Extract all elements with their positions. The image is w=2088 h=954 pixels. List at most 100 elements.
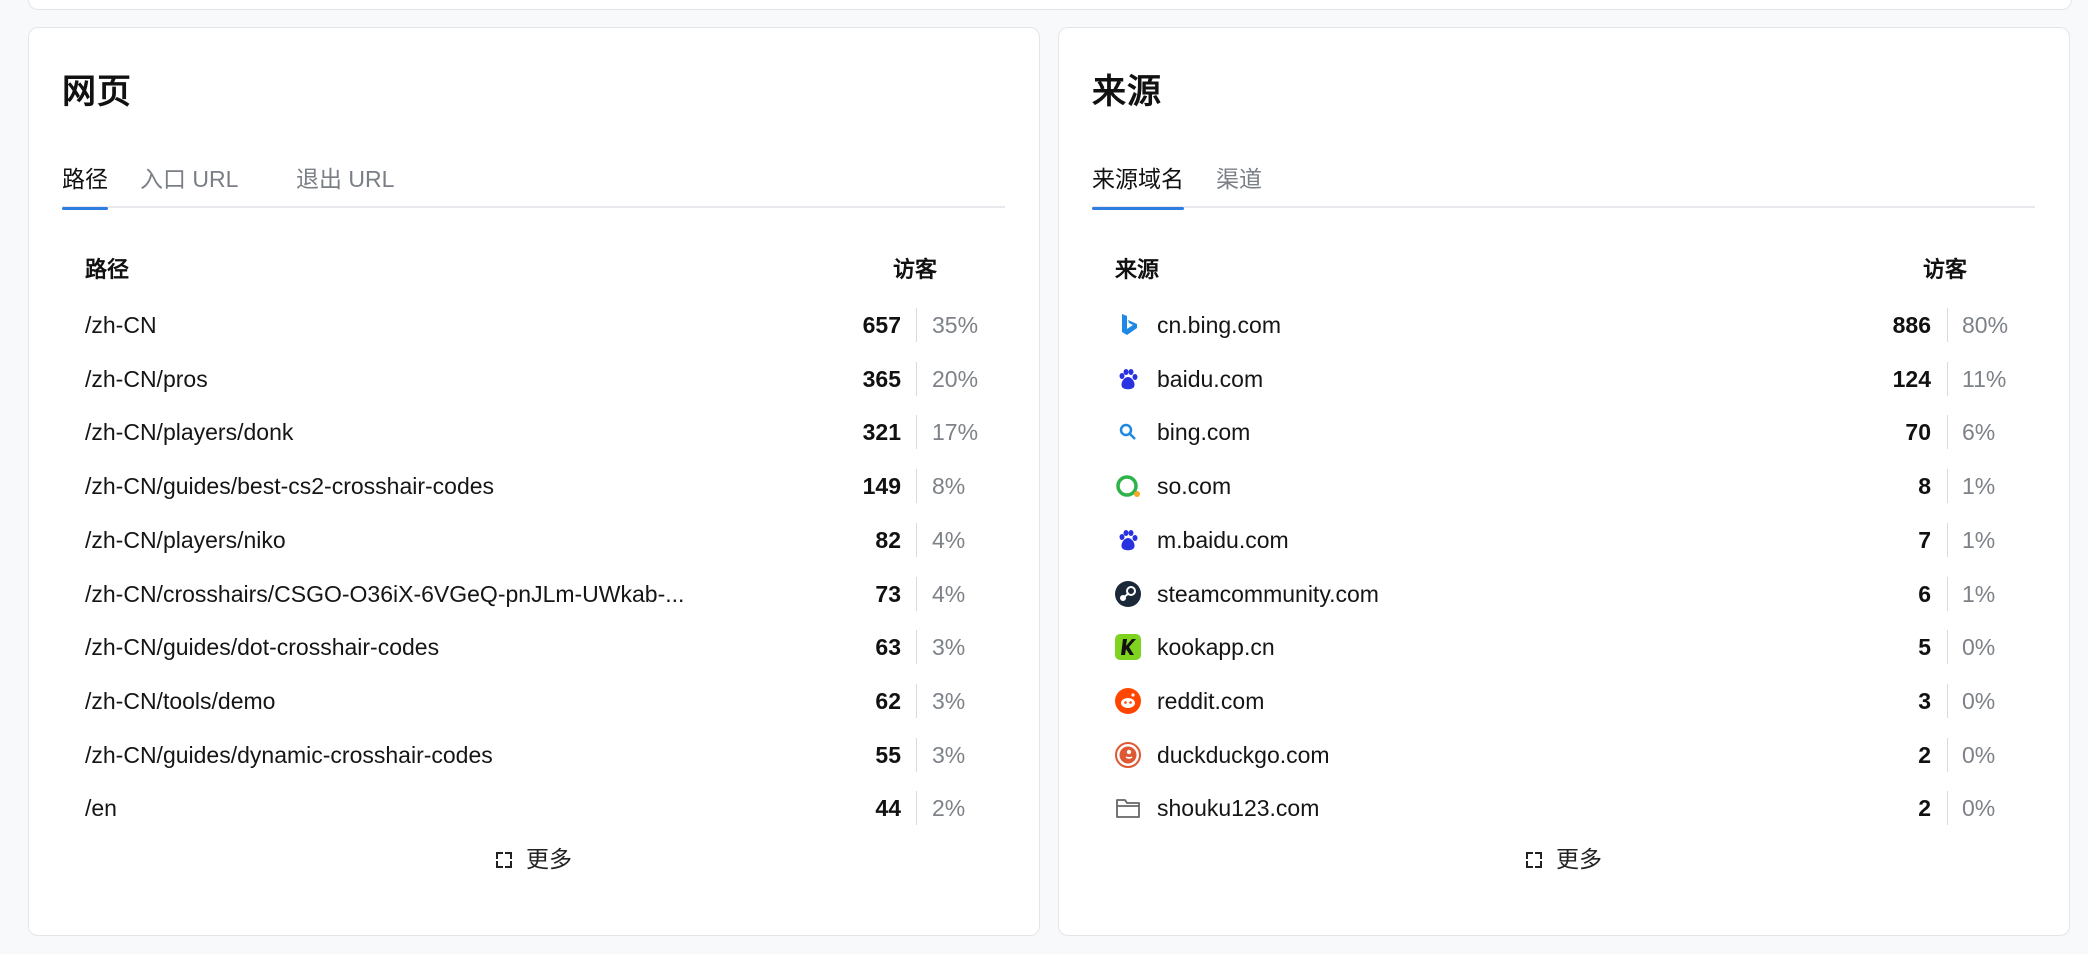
visitor-count: 55 [875, 741, 901, 768]
source-domain[interactable]: duckduckgo.com [1157, 742, 1330, 769]
visitor-percent: 8% [932, 473, 966, 500]
page-path[interactable]: /zh-CN/players/donk [85, 419, 293, 446]
pages-tabs: 路径 入口 URL 退出 URL [62, 144, 1005, 210]
visitor-percent: 6% [1962, 419, 1996, 446]
divider [1947, 683, 1948, 718]
visitor-percent: 0% [1962, 741, 1996, 768]
page-row[interactable]: /zh-CN/crosshairs/CSGO-O36iX-6VGeQ-pnJLm… [29, 567, 1039, 621]
page-row[interactable]: /zh-CN/guides/dot-crosshair-codes 63 3% [29, 620, 1039, 674]
steam-icon [1115, 580, 1141, 607]
visitor-percent: 11% [1962, 365, 2007, 392]
source-row[interactable]: baidu.com 124 11% [1059, 352, 2069, 406]
divider [1947, 522, 1948, 557]
page-row[interactable]: /zh-CN/tools/demo 62 3% [29, 674, 1039, 728]
page-row[interactable]: /zh-CN/guides/dynamic-crosshair-codes 55 3… [29, 728, 1039, 782]
tab-channel[interactable]: 渠道 [1216, 160, 1262, 208]
source-domain[interactable]: baidu.com [1157, 366, 1263, 393]
visitor-count: 657 [862, 312, 901, 338]
visitor-count: 73 [875, 580, 901, 607]
expand-icon [1526, 852, 1542, 868]
baidu-icon [1115, 527, 1141, 553]
source-domain[interactable]: steamcommunity.com [1157, 581, 1379, 608]
visitor-percent: 1% [1962, 580, 1996, 607]
search-icon [1115, 419, 1141, 445]
page-path[interactable]: /en [85, 795, 117, 822]
source-row[interactable]: cn.bing.com 886 80% [1059, 298, 2069, 352]
page-path[interactable]: /zh-CN/players/niko [85, 527, 286, 554]
page-path[interactable]: /zh-CN/pros [85, 366, 208, 393]
source-row[interactable]: bing.com 70 6% [1059, 405, 2069, 459]
page-row[interactable]: /zh-CN/players/niko 82 4% [29, 513, 1039, 567]
source-row[interactable]: steamcommunity.com 6 1% [1059, 567, 2069, 621]
visitor-count: 7 [1918, 526, 1931, 553]
visitor-percent: 1% [1962, 473, 1996, 500]
so-icon [1115, 473, 1141, 499]
page-row[interactable]: /en 44 2% [29, 781, 1039, 835]
sources-more-button[interactable]: 更多 [1059, 840, 2069, 874]
visitor-count: 62 [875, 687, 901, 714]
source-domain[interactable]: cn.bing.com [1157, 312, 1281, 339]
divider [916, 415, 917, 450]
source-domain[interactable]: m.baidu.com [1157, 527, 1289, 554]
tab-exit-url[interactable]: 退出 URL [296, 160, 394, 208]
divider [916, 576, 917, 611]
visitor-count: 321 [862, 419, 901, 446]
visitor-percent: 3% [932, 634, 966, 661]
visitor-count: 8 [1918, 473, 1931, 500]
visitor-percent: 0% [1962, 687, 1996, 714]
source-domain[interactable]: reddit.com [1157, 688, 1264, 715]
expand-icon [496, 852, 512, 868]
source-row[interactable]: so.com 8 1% [1059, 459, 2069, 513]
source-row[interactable]: kookapp.cn 5 0% [1059, 620, 2069, 674]
pages-label-header[interactable]: 路径 [85, 252, 129, 284]
tab-entry-url[interactable]: 入口 URL [140, 160, 238, 208]
divider [1947, 415, 1948, 450]
visitor-count: 63 [875, 634, 901, 661]
visitor-count: 886 [1892, 312, 1931, 338]
reddit-icon [1115, 687, 1141, 714]
page-path[interactable]: /zh-CN/guides/dynamic-crosshair-codes [85, 742, 493, 769]
source-row[interactable]: reddit.com 3 0% [1059, 674, 2069, 728]
visitor-percent: 3% [932, 687, 966, 714]
page-path[interactable]: /zh-CN/guides/dot-crosshair-codes [85, 634, 439, 661]
page-path[interactable]: /zh-CN/tools/demo [85, 688, 275, 715]
source-row[interactable]: m.baidu.com 7 1% [1059, 513, 2069, 567]
page-row[interactable]: /zh-CN 657 35% [29, 298, 1039, 352]
page-row[interactable]: /zh-CN/pros 365 20% [29, 352, 1039, 406]
source-row[interactable]: duckduckgo.com 2 0% [1059, 728, 2069, 782]
visitor-count: 365 [862, 365, 901, 392]
sources-label-header[interactable]: 来源 [1115, 252, 1159, 284]
page-row[interactable]: /zh-CN/guides/best-cs2-crosshair-codes 14… [29, 459, 1039, 513]
sources-tabs: 来源域名 渠道 [1092, 144, 2035, 210]
pages-value-header[interactable]: 访客 [893, 252, 937, 284]
source-domain[interactable]: shouku123.com [1157, 795, 1319, 822]
page-row[interactable]: /zh-CN/players/donk 321 17% [29, 405, 1039, 459]
divider [916, 737, 917, 772]
visitor-count: 6 [1918, 580, 1931, 607]
divider [1947, 737, 1948, 772]
tab-source-domain[interactable]: 来源域名 [1092, 160, 1184, 210]
source-row[interactable]: shouku123.com 2 0% [1059, 781, 2069, 835]
visitor-percent: 3% [932, 741, 966, 768]
pages-more-button[interactable]: 更多 [29, 840, 1039, 874]
bing-icon [1115, 312, 1141, 338]
source-domain[interactable]: so.com [1157, 473, 1231, 500]
divider [916, 361, 917, 396]
source-domain[interactable]: kookapp.cn [1157, 634, 1275, 661]
duckduckgo-icon [1115, 741, 1141, 768]
visitor-percent: 20% [932, 365, 979, 392]
sources-more-label: 更多 [1556, 846, 1602, 872]
visitor-count: 124 [1892, 365, 1931, 392]
page-path[interactable]: /zh-CN [85, 312, 157, 339]
sources-value-header[interactable]: 访客 [1923, 252, 1967, 284]
visitor-percent: 1% [1962, 526, 1996, 553]
pages-panel: 网页 路径 入口 URL 退出 URL 路径 访客 /zh-CN 657 35%/z… [28, 27, 1040, 936]
source-domain[interactable]: bing.com [1157, 419, 1250, 446]
visitor-count: 3 [1918, 687, 1931, 714]
page-path[interactable]: /zh-CN/crosshairs/CSGO-O36iX-6VGeQ-pnJLm… [85, 581, 684, 608]
visitor-count: 2 [1918, 795, 1931, 822]
divider [1947, 361, 1948, 396]
page-path[interactable]: /zh-CN/guides/best-cs2-crosshair-codes [85, 473, 494, 500]
tab-path[interactable]: 路径 [62, 160, 108, 210]
visitor-percent: 4% [932, 580, 966, 607]
